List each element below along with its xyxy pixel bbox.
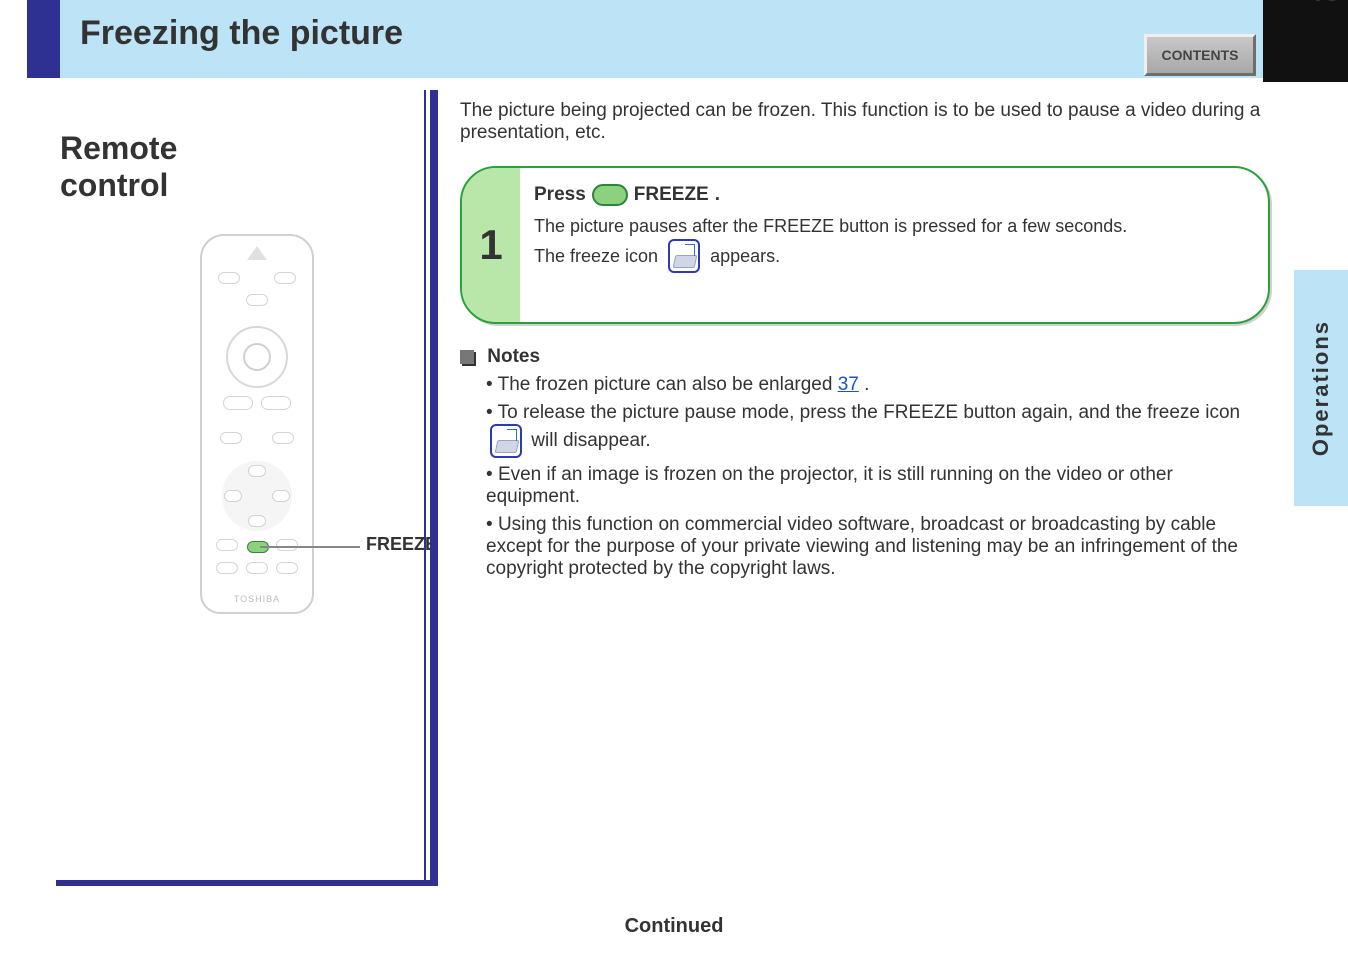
page-title: Freezing the picture xyxy=(80,14,403,53)
step-freeze-word: FREEZE xyxy=(634,184,709,206)
arrow-right-icon xyxy=(272,490,290,502)
remote-stick xyxy=(243,343,271,371)
header-accent xyxy=(27,0,60,78)
remote-btn xyxy=(246,562,268,574)
remote-btn xyxy=(276,562,298,574)
remote-pad xyxy=(226,326,288,388)
step-1: 1 Press FREEZE. The picture pauses after… xyxy=(460,166,1270,324)
note-3-text: Even if an image is frozen on the projec… xyxy=(486,464,1173,507)
page-link-37[interactable]: 37 xyxy=(838,374,859,395)
note-4-text: Using this function on commercial video … xyxy=(486,514,1238,579)
remote-btn xyxy=(272,432,294,444)
column-divider-inner xyxy=(424,90,426,886)
intro-text: The picture being projected can be froze… xyxy=(460,100,1270,144)
continued-label: Continued xyxy=(625,915,724,938)
freeze-icon xyxy=(490,424,522,458)
page-number: 40 xyxy=(1307,0,1342,8)
remote-btn xyxy=(274,272,296,284)
freeze-callout-label: FREEZE xyxy=(366,534,437,555)
arrow-up-icon xyxy=(248,465,266,477)
note-1: • The frozen picture can also be enlarge… xyxy=(460,374,1270,396)
step-sub-line1: The picture pauses after the FREEZE butt… xyxy=(534,216,1248,237)
remote-illustration: TOSHIBA FREEZE xyxy=(60,234,420,774)
left-column: Remote control xyxy=(60,90,430,890)
remote-btn xyxy=(261,396,291,410)
remote-emitter-icon xyxy=(247,246,267,260)
remote-logo: TOSHIBA xyxy=(202,594,312,604)
contents-button[interactable]: CONTENTS xyxy=(1144,34,1256,76)
note-2-text-a: To release the picture pause mode, press… xyxy=(498,402,1241,423)
note-4: • Using this function on commercial vide… xyxy=(460,514,1270,580)
remote-btn xyxy=(223,396,253,410)
notes-section: Notes • The frozen picture can also be e… xyxy=(460,346,1270,580)
step-body: Press FREEZE. The picture pauses after t… xyxy=(520,168,1268,322)
notes-heading: Notes xyxy=(487,346,540,367)
step-instruction: Press FREEZE. xyxy=(534,184,1248,206)
step-number: 1 xyxy=(462,168,520,322)
note-2: • To release the picture pause mode, pre… xyxy=(460,402,1270,458)
remote-body: TOSHIBA xyxy=(200,234,314,614)
remote-btn xyxy=(246,294,268,306)
note-1-text: The frozen picture can also be enlarged xyxy=(498,374,833,395)
remote-btn xyxy=(220,432,242,444)
remote-dpad xyxy=(222,461,292,531)
note-3: • Even if an image is frozen on the proj… xyxy=(460,464,1270,508)
page-corner: 40 xyxy=(1263,0,1348,82)
left-heading: Remote control xyxy=(60,90,430,204)
note-2-text-b: will disappear. xyxy=(531,430,650,451)
step-period: . xyxy=(715,184,720,206)
header: Freezing the picture CONTENTS 40 xyxy=(0,0,1348,84)
step-sub-line2a: The freeze icon xyxy=(534,246,658,267)
freeze-button-icon xyxy=(592,184,628,206)
left-heading-line1: Remote xyxy=(60,130,430,167)
remote-btn xyxy=(276,539,298,551)
arrow-down-icon xyxy=(248,515,266,527)
remote-btn xyxy=(218,272,240,284)
remote-btn xyxy=(216,539,238,551)
notes-heading-row: Notes xyxy=(460,346,1270,368)
step-sub-line2b: appears. xyxy=(710,246,780,267)
callout-leader xyxy=(260,546,360,548)
arrow-left-icon xyxy=(224,490,242,502)
section-tab: Operations xyxy=(1294,270,1348,506)
remote-btn xyxy=(216,562,238,574)
step-press-word: Press xyxy=(534,184,586,206)
freeze-icon xyxy=(668,239,700,273)
section-tab-label: Operations xyxy=(1308,320,1334,456)
content-column: The picture being projected can be froze… xyxy=(460,100,1270,580)
left-heading-line2: control xyxy=(60,167,430,204)
notes-bullet-icon xyxy=(460,350,474,364)
column-divider xyxy=(430,90,438,886)
step-sub-line2: The freeze icon appears. xyxy=(534,239,1248,273)
step-sub: The picture pauses after the FREEZE butt… xyxy=(534,216,1248,273)
